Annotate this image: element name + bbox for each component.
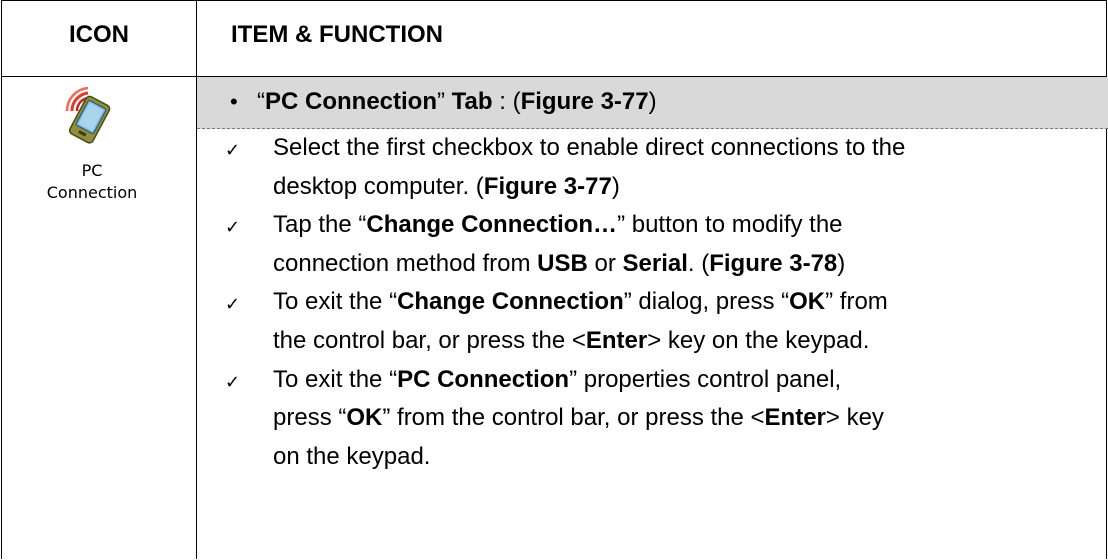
text-segment: desktop computer. ( [273, 172, 484, 200]
open-quote: “ [257, 88, 265, 115]
icon-label-line1: PC [81, 161, 103, 180]
tab-heading-row: • “PC Connection” Tab : (Figure 3-77) [197, 77, 1108, 129]
bold-term: Figure 3-77 [483, 172, 612, 200]
text-segment: ” properties control panel, [569, 365, 842, 393]
separator: : ( [492, 88, 521, 115]
text-segment: the control bar, or press the < [273, 327, 586, 354]
bold-term: USB [537, 249, 588, 277]
check-icon: ✓ [225, 140, 241, 160]
check-icon: ✓ [225, 217, 241, 238]
text-segment: > key [825, 404, 884, 432]
close-quote: ” [437, 88, 445, 115]
list-item-line: connection method from USB or Serial. (F… [273, 250, 845, 278]
list-item-line: Tap the “Change Connection…” button to m… [273, 211, 843, 239]
bold-term: Serial [622, 249, 688, 277]
icon-label-line2: Connection [46, 183, 138, 202]
tab-name: PC Connection [265, 88, 437, 115]
table-header-row: ICON ITEM & FUNCTION [2, 1, 1106, 77]
bold-term: OK [346, 404, 383, 432]
instruction-table: ICON ITEM & FUNCTION PC Connection • “PC… [1, 0, 1108, 560]
text-segment: ” from the control bar, or press the < [382, 404, 765, 432]
text-segment: Tap the “ [273, 211, 367, 239]
list-item-line: Select the first checkbox to enable dire… [273, 134, 905, 162]
text-segment: on the keypad. [273, 442, 431, 470]
icon-cell: PC Connection [2, 77, 196, 560]
text-segment: connection method from [273, 249, 538, 277]
header-icon-column: ICON [69, 21, 129, 48]
check-icon: ✓ [225, 371, 241, 392]
header-item-function-column: ITEM & FUNCTION [231, 21, 443, 48]
bold-term: Enter [764, 404, 826, 432]
bold-term: Change Connection [397, 288, 624, 316]
text-segment: ” button to modify the [617, 211, 843, 239]
bold-term: Enter [585, 327, 648, 354]
text-segment: To exit the “ [273, 288, 398, 316]
text-segment: ” dialog, press “ [623, 288, 790, 316]
list-item-line: the control bar, or press the <Enter> ke… [273, 327, 869, 355]
text-segment: or [587, 249, 623, 277]
list-item-line: on the keypad. [273, 443, 430, 471]
text-segment: Select the first checkbox to enable dire… [273, 134, 906, 161]
list-item-line: To exit the “Change Connection” dialog, … [273, 288, 888, 316]
text-segment: ) [837, 249, 846, 277]
text-segment: To exit the “ [273, 365, 398, 393]
text-segment: press “ [273, 404, 347, 432]
list-item-line: press “OK” from the control bar, or pres… [273, 404, 884, 432]
text-segment: . ( [687, 249, 710, 277]
list-item-line: To exit the “PC Connection” properties c… [273, 366, 841, 394]
pc-connection-icon [65, 86, 111, 144]
text-segment: ) [611, 172, 620, 200]
bullet: • [230, 89, 238, 114]
bold-term: Change Connection… [366, 211, 618, 239]
bold-term: OK [789, 288, 826, 316]
tab-heading: “PC Connection” Tab : (Figure 3-77) [257, 88, 657, 116]
figure-ref: Figure 3-77 [520, 88, 649, 115]
text-segment: ” from [825, 288, 888, 316]
close-paren: ) [648, 88, 657, 115]
tab-word: Tab [445, 88, 493, 115]
bold-term: Figure 3-78 [709, 249, 838, 277]
bold-term: PC Connection [397, 365, 570, 393]
text-segment: > key on the keypad. [647, 327, 870, 354]
check-icon: ✓ [225, 294, 241, 315]
list-item-line: desktop computer. (Figure 3-77) [273, 173, 620, 201]
